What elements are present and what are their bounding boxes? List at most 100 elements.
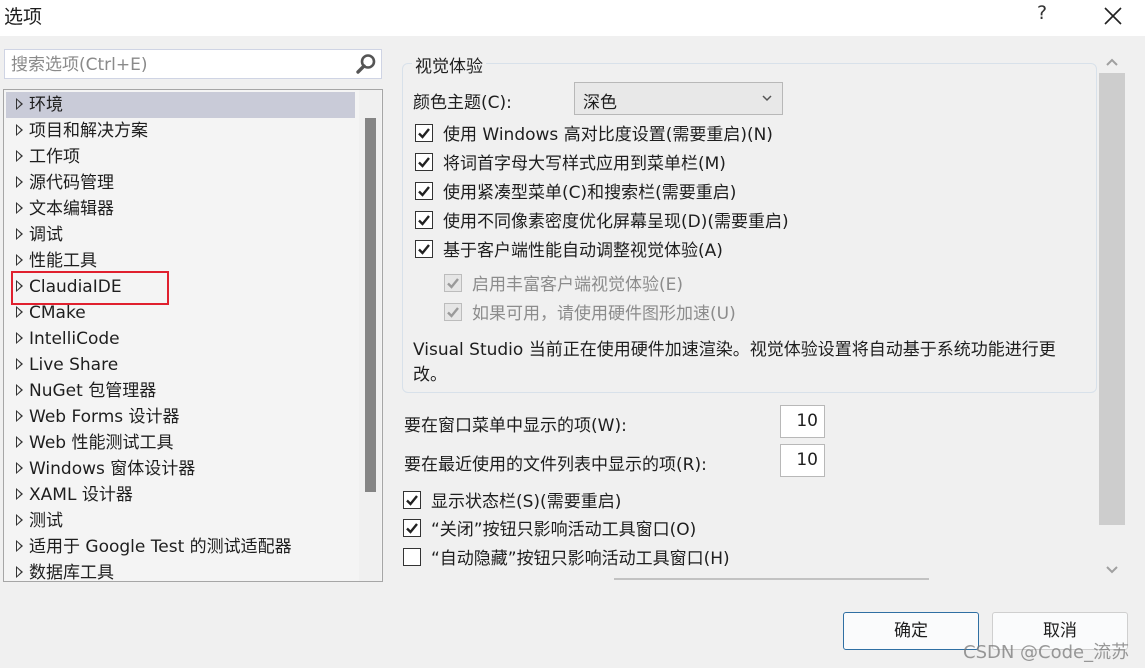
- tree-item[interactable]: Web 性能测试工具: [6, 430, 355, 456]
- checkmark-icon: [418, 244, 430, 255]
- checkbox-option[interactable]: 使用 Windows 高对比度设置(需要重启)(N): [415, 122, 773, 148]
- checkbox-checked: [444, 274, 462, 292]
- tree-item[interactable]: IntelliCode: [6, 326, 355, 352]
- tree-item[interactable]: Live Share: [6, 352, 355, 378]
- checkmark-icon: [418, 215, 430, 226]
- expand-arrow-icon[interactable]: [16, 488, 23, 500]
- tree-item[interactable]: Web Forms 设计器: [6, 404, 355, 430]
- tree-item[interactable]: 数据库工具: [6, 560, 355, 582]
- checkbox-checked[interactable]: [403, 491, 421, 509]
- tree-item[interactable]: 源代码管理: [6, 170, 355, 196]
- tree-item[interactable]: 调试: [6, 222, 355, 248]
- tree-item[interactable]: 项目和解决方案: [6, 118, 355, 144]
- scroll-down-icon[interactable]: [1102, 560, 1122, 580]
- tree-item-label: Windows 窗体设计器: [29, 459, 196, 479]
- expand-arrow-icon[interactable]: [16, 332, 23, 344]
- expand-arrow-icon[interactable]: [16, 124, 23, 136]
- highlight-annotation: [11, 271, 169, 305]
- tree-scrollbar[interactable]: [359, 90, 381, 581]
- tree-item[interactable]: 文本编辑器: [6, 196, 355, 222]
- expand-arrow-icon[interactable]: [16, 540, 23, 552]
- checkbox-checked[interactable]: [415, 211, 433, 229]
- tree-item-label: CMake: [29, 303, 86, 323]
- expand-arrow-icon[interactable]: [16, 566, 23, 578]
- scroll-up-icon[interactable]: [1102, 52, 1122, 72]
- search-input[interactable]: [5, 50, 353, 80]
- chevron-down-icon: [762, 95, 772, 102]
- tree-item-label: Live Share: [29, 355, 119, 375]
- checkbox-checked[interactable]: [415, 240, 433, 258]
- checkbox-option[interactable]: 使用紧凑型菜单(C)和搜索栏(需要重启): [415, 180, 736, 206]
- expand-arrow-icon[interactable]: [16, 150, 23, 162]
- tree-item[interactable]: 工作项: [6, 144, 355, 170]
- checkbox-checked[interactable]: [403, 519, 421, 537]
- tree-item[interactable]: NuGet 包管理器: [6, 378, 355, 404]
- color-theme-label: 颜色主题(C):: [413, 93, 512, 113]
- color-theme-select[interactable]: 深色: [574, 82, 783, 115]
- title-bar: [0, 0, 1145, 36]
- checkbox-checked[interactable]: [415, 182, 433, 200]
- expand-arrow-icon[interactable]: [16, 384, 23, 396]
- tree-item-label: 性能工具: [29, 251, 97, 271]
- expand-arrow-icon[interactable]: [16, 254, 23, 266]
- recent-files-items-label: 要在最近使用的文件列表中显示的项(R):: [404, 455, 707, 475]
- tree-scrollbar-thumb[interactable]: [365, 118, 376, 492]
- recent-files-items-input[interactable]: 10: [780, 444, 825, 477]
- checkmark-icon: [447, 278, 459, 289]
- options-scrollbar-thumb[interactable]: [1099, 73, 1125, 525]
- checkbox-option[interactable]: “自动隐藏”按钮只影响活动工具窗口(H): [403, 546, 730, 572]
- tree-item-label: Web 性能测试工具: [29, 433, 174, 453]
- checkbox-option[interactable]: 使用不同像素密度优化屏幕呈现(D)(需要重启): [415, 209, 789, 235]
- tree-item-label: 数据库工具: [29, 563, 114, 582]
- checkbox-option[interactable]: “关闭”按钮只影响活动工具窗口(O): [403, 517, 696, 543]
- tree-item[interactable]: 适用于 Google Test 的测试适配器: [6, 534, 355, 560]
- checkbox-option[interactable]: 显示状态栏(S)(需要重启): [403, 489, 621, 515]
- ok-button[interactable]: 确定: [843, 612, 979, 650]
- checkbox-unchecked[interactable]: [403, 548, 421, 566]
- tree-item[interactable]: 环境: [6, 92, 355, 118]
- tree-item[interactable]: 测试: [6, 508, 355, 534]
- expand-arrow-icon[interactable]: [16, 98, 23, 110]
- checkbox-option[interactable]: 基于客户端性能自动调整视觉体验(A): [415, 238, 723, 264]
- expand-arrow-icon[interactable]: [16, 462, 23, 474]
- checkbox-checked[interactable]: [415, 153, 433, 171]
- checkbox-option: 如果可用，请使用硬件图形加速(U): [444, 301, 736, 327]
- checkbox-option[interactable]: 将词首字母大写样式应用到菜单栏(M): [415, 151, 726, 177]
- expand-arrow-icon[interactable]: [16, 410, 23, 422]
- checkbox-label: 基于客户端性能自动调整视觉体验(A): [443, 241, 723, 261]
- checkbox-label: 使用紧凑型菜单(C)和搜索栏(需要重启): [443, 183, 737, 203]
- hardware-acceleration-info: Visual Studio 当前正在使用硬件加速渲染。视觉体验设置将自动基于系统…: [413, 340, 1056, 385]
- expand-arrow-icon[interactable]: [16, 436, 23, 448]
- close-icon: [1104, 7, 1122, 25]
- checkmark-icon: [418, 128, 430, 139]
- checkmark-icon: [406, 495, 418, 506]
- expand-arrow-icon[interactable]: [16, 228, 23, 240]
- watermark: CSDN @Code_流苏: [963, 642, 1130, 663]
- checkmark-icon: [418, 186, 430, 197]
- checkbox-option: 启用丰富客户端视觉体验(E): [444, 272, 683, 298]
- expand-arrow-icon[interactable]: [16, 306, 23, 318]
- color-theme-value: 深色: [583, 93, 617, 113]
- checkbox-label: 启用丰富客户端视觉体验(E): [472, 275, 684, 295]
- expand-arrow-icon[interactable]: [16, 176, 23, 188]
- tree-item-label: NuGet 包管理器: [29, 381, 157, 401]
- search-icon[interactable]: [355, 53, 377, 75]
- tree-item[interactable]: Windows 窗体设计器: [6, 456, 355, 482]
- checkmark-icon: [418, 157, 430, 168]
- expand-arrow-icon[interactable]: [16, 358, 23, 370]
- tree-item[interactable]: XAML 设计器: [6, 482, 355, 508]
- tree-item-label: IntelliCode: [29, 329, 120, 349]
- partially-visible-control[interactable]: [614, 578, 929, 584]
- close-button[interactable]: [1098, 2, 1128, 30]
- expand-arrow-icon[interactable]: [16, 202, 23, 214]
- dialog-title: 选项: [4, 6, 43, 28]
- help-button[interactable]: ?: [1030, 2, 1054, 30]
- checkbox-checked: [444, 303, 462, 321]
- checkbox-checked[interactable]: [415, 124, 433, 142]
- tree-item-label: 环境: [29, 95, 63, 115]
- checkbox-label: 使用 Windows 高对比度设置(需要重启)(N): [443, 125, 773, 145]
- search-box: [4, 49, 382, 80]
- window-menu-items-input[interactable]: 10: [780, 405, 825, 438]
- checkbox-label: “关闭”按钮只影响活动工具窗口(O): [431, 520, 697, 540]
- expand-arrow-icon[interactable]: [16, 514, 23, 526]
